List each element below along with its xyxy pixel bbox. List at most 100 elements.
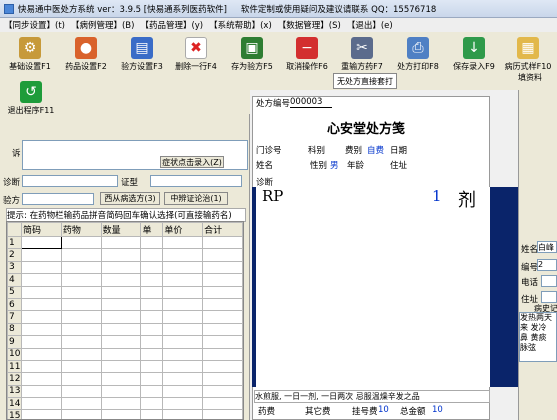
title-bar: 快易通中医处方系统 ver：3.9.5 [快易通系列医药软件] 软件定制或使用疑…: [0, 0, 557, 18]
patient-name-field[interactable]: 白峰: [537, 241, 557, 253]
dept-label: 科别: [308, 146, 326, 156]
table-row[interactable]: 4: [7, 273, 243, 287]
drug-fee-label: 药费: [258, 407, 276, 417]
grid-col-code: 简码: [21, 222, 62, 237]
rx-settings-button[interactable]: ▤ 验方设置F3: [116, 34, 168, 74]
app-icon: [4, 3, 14, 14]
diagnosis-field[interactable]: [22, 175, 118, 187]
table-row[interactable]: 12: [7, 372, 243, 386]
diagnosis-label: 诊断: [3, 178, 21, 188]
menu-bar: 【同步设置】(t) 【病例管理】(B) 【药品管理】(y) 【系统帮助】(x) …: [0, 18, 557, 32]
menu-data[interactable]: 【数据管理】(S): [278, 19, 341, 31]
symptom-button[interactable]: 症状点击录入(Z): [160, 156, 224, 168]
table-row[interactable]: 13: [7, 384, 243, 399]
printer-icon: ⎙: [407, 37, 429, 59]
menu-help[interactable]: 【系统帮助】(x): [209, 19, 272, 31]
patient-name-label: 姓名: [521, 245, 539, 255]
phone-field[interactable]: [541, 275, 557, 287]
fee-label: 费别: [345, 146, 363, 156]
grid-col-price: 单价: [162, 222, 204, 237]
table-row[interactable]: 3: [7, 260, 243, 275]
syndrome-field[interactable]: [150, 175, 242, 187]
name-label: 姓名: [256, 161, 274, 171]
no-entry-icon: −: [296, 37, 318, 59]
menu-cases[interactable]: 【病例管理】(B): [71, 19, 134, 31]
download-icon: ↓: [463, 37, 485, 59]
drug-settings-button[interactable]: ● 药品设置F2: [60, 34, 112, 74]
dose-unit: 剂: [458, 190, 476, 211]
date-label: 日期: [390, 146, 408, 156]
total-label: 总金额: [400, 407, 426, 417]
fill-info-label[interactable]: 填资料: [518, 72, 542, 83]
reg-fee-label: 挂号费: [352, 407, 378, 417]
rx-label: 验方: [3, 196, 21, 206]
grid-col-qty: 数量: [100, 222, 142, 237]
patient-num-field[interactable]: 2: [537, 259, 557, 271]
table-row[interactable]: 9: [7, 335, 243, 349]
menu-drugs[interactable]: 【药品管理】(y): [140, 19, 203, 31]
hint-text: 提示: 在药物栏输药品拼音简码回车确认选择(可直接输药名): [6, 208, 246, 222]
dose-qty[interactable]: 1: [432, 187, 442, 205]
age-label: 年龄: [347, 161, 365, 171]
exit-button[interactable]: ↺ 退出程序F11: [4, 78, 58, 118]
drug-grid[interactable]: 简码 药物 数量 单 单价 合计 1 2 3 4 5 6 7 8 9 10 11…: [6, 221, 244, 420]
rx-no-value[interactable]: 000003: [290, 97, 332, 108]
tcm-rx-button[interactable]: 中辨证论治(1): [164, 192, 228, 205]
table-row[interactable]: 11: [7, 359, 243, 374]
table-row[interactable]: 5: [7, 285, 243, 299]
rx-body[interactable]: [256, 187, 490, 387]
table-row[interactable]: 15: [7, 409, 243, 419]
table-row[interactable]: 8: [7, 322, 243, 337]
addr-label: 住址: [390, 161, 408, 171]
grid-col-total: 合计: [202, 222, 243, 237]
base-settings-button[interactable]: ⚙ 基础设置F1: [4, 34, 56, 74]
sex-value[interactable]: 男: [330, 159, 339, 171]
usage-field[interactable]: 水煎服, 一日一剂, 一日两次 忌服温燥辛发之品: [254, 390, 490, 403]
grid-header: 简码 药物 数量 单 单价 合计: [7, 222, 243, 237]
cancel-button[interactable]: − 取消操作F6: [281, 34, 333, 74]
rx-field[interactable]: [22, 193, 94, 205]
table-row[interactable]: 14: [7, 397, 243, 411]
document-icon: ▦: [517, 37, 539, 59]
delete-icon: ✖: [185, 37, 207, 59]
right-panel: [518, 90, 557, 420]
menu-sync[interactable]: 【同步设置】(t): [4, 19, 65, 31]
table-row[interactable]: 6: [7, 297, 243, 312]
rx-title: 心安堂处方笺: [327, 122, 406, 137]
save-icon: ▣: [241, 37, 263, 59]
table-row[interactable]: 2: [7, 248, 243, 262]
grid-col-unit: 单: [140, 222, 164, 237]
patient-num-label: 编号: [521, 263, 539, 273]
delete-row-button[interactable]: ✖ 删除一行F4: [170, 34, 222, 74]
phone-label: 电话: [521, 278, 539, 288]
style-button[interactable]: ▦ 病历式样F10: [502, 34, 554, 74]
sex-label: 性别: [310, 161, 328, 171]
table-row[interactable]: 1: [7, 235, 243, 250]
exit-icon: ↺: [20, 81, 42, 103]
table-row[interactable]: 10: [7, 347, 243, 361]
total-value[interactable]: 10: [432, 405, 443, 415]
fee-value[interactable]: 自费: [367, 144, 384, 156]
reorder-button[interactable]: ✂ 重输方药F7: [336, 34, 388, 74]
tools-icon: ✂: [351, 37, 373, 59]
menu-exit[interactable]: 【退出】(e): [347, 19, 393, 31]
book-icon: ▤: [131, 37, 153, 59]
save-entry-button[interactable]: ↓ 保存录入F9: [448, 34, 500, 74]
table-row[interactable]: 7: [7, 310, 243, 324]
history-notes[interactable]: 发热两天 来 发冷 鼻 黄痰 脉弦: [519, 312, 557, 362]
rp-label: RP: [262, 187, 284, 205]
print-button[interactable]: ⎙ 处方打印F8: [392, 34, 444, 74]
western-rx-button[interactable]: 西从病选方(3): [100, 192, 160, 205]
reg-fee-value[interactable]: 10: [378, 405, 389, 415]
syndrome-label: 证型: [121, 178, 139, 188]
settings-icon: ⚙: [19, 37, 41, 59]
pills-icon: ●: [75, 37, 97, 59]
window-title: 快易通中医处方系统 ver：3.9.5 [快易通系列医药软件]: [18, 4, 227, 15]
other-fee-label: 其它费: [305, 407, 331, 417]
patient-addr-field[interactable]: [541, 291, 557, 303]
support-text: 软件定制或使用疑问及建议请联系 QQ：15576718: [240, 4, 437, 15]
save-rx-button[interactable]: ▣ 存为验方F5: [226, 34, 278, 74]
clinic-label: 门诊号: [256, 146, 282, 156]
grid-corner: [7, 222, 22, 237]
no-rx-print-button[interactable]: 无处方直接套打: [333, 73, 397, 89]
